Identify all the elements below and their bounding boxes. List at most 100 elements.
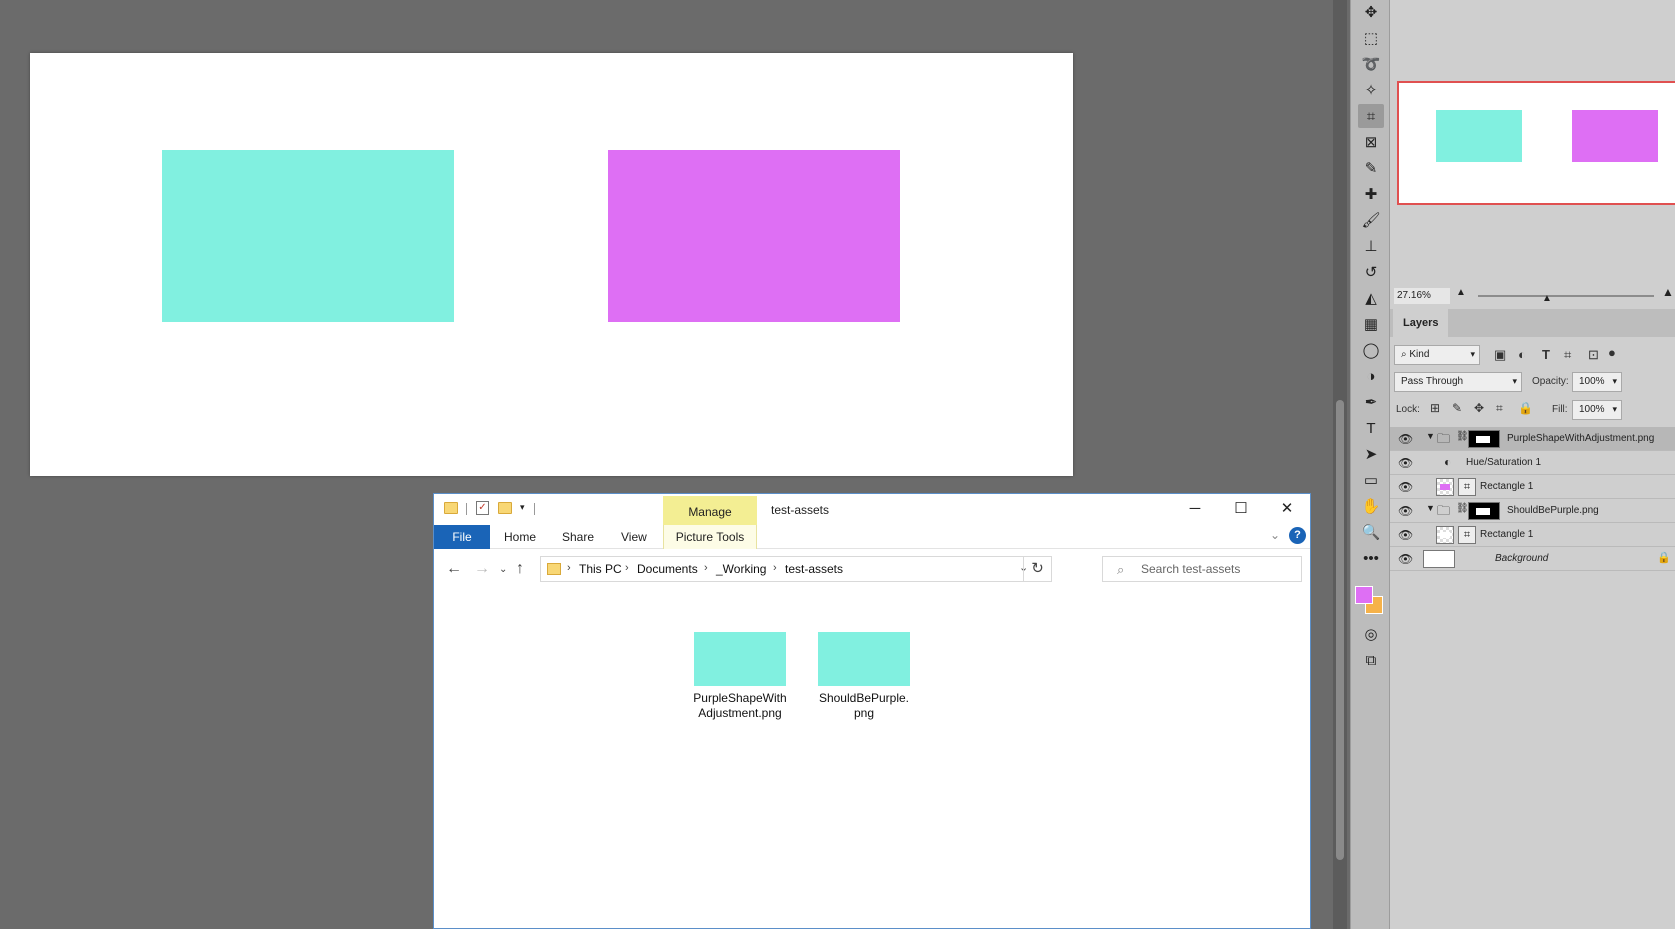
breadcrumb-working[interactable]: _Working xyxy=(716,562,766,576)
pen-icon[interactable]: ✒ xyxy=(1358,390,1384,414)
more-icon[interactable]: ••• xyxy=(1358,546,1384,570)
history-brush-icon[interactable]: ↺ xyxy=(1358,260,1384,284)
close-icon[interactable]: ✕ xyxy=(1264,494,1310,524)
pixel-filter-icon[interactable]: ▣ xyxy=(1494,347,1506,363)
chevron-right-icon[interactable]: › xyxy=(567,562,571,574)
tab-picture-tools[interactable]: Picture Tools xyxy=(663,525,757,549)
adjustment-filter-icon[interactable]: ◐ xyxy=(1518,347,1526,362)
dodge-icon[interactable]: ◑ xyxy=(1358,364,1384,388)
breadcrumb-test-assets[interactable]: test-assets xyxy=(785,562,843,576)
teal-rectangle[interactable] xyxy=(162,150,454,322)
type-icon[interactable]: T xyxy=(1358,416,1384,440)
layer-row[interactable]: 👁 Background 🔒 xyxy=(1390,547,1675,571)
frame-icon[interactable]: ⊠ xyxy=(1358,130,1384,154)
lock-artboard-icon[interactable]: ⌗ xyxy=(1496,401,1503,416)
eye-icon[interactable]: 👁 xyxy=(1398,480,1413,494)
search-input[interactable] xyxy=(1141,560,1296,578)
lock-position-icon[interactable]: ✥ xyxy=(1474,401,1484,415)
layer-filter-dropdown[interactable]: ⌕ Kind ▾ xyxy=(1394,345,1480,365)
chevron-down-icon[interactable]: ▼ xyxy=(1426,503,1435,513)
tab-home[interactable]: Home xyxy=(504,525,536,549)
eye-icon[interactable]: 👁 xyxy=(1398,528,1413,542)
blur-icon[interactable]: ◯ xyxy=(1358,338,1384,362)
path-selection-icon[interactable]: ➤ xyxy=(1358,442,1384,466)
smart-object-filter-icon[interactable]: ⊡ xyxy=(1588,347,1599,363)
chevron-right-icon[interactable]: › xyxy=(704,562,708,574)
forward-arrow-icon[interactable]: → xyxy=(474,560,490,578)
eye-icon[interactable]: 👁 xyxy=(1398,504,1413,518)
chevron-down-icon[interactable]: ▾ xyxy=(520,502,525,513)
layer-row[interactable]: 👁 ⌗ Rectangle 1 xyxy=(1390,523,1675,547)
zoom-field[interactable]: 27.16% xyxy=(1394,288,1450,304)
address-bar[interactable]: › This PC › Documents › _Working › test-… xyxy=(540,556,1052,582)
hand-icon[interactable]: ✋ xyxy=(1358,494,1384,518)
brush-icon[interactable]: 🖌 xyxy=(1358,208,1384,232)
scrollbar-thumb[interactable] xyxy=(1336,400,1344,860)
opacity-field[interactable]: 100% ▾ xyxy=(1572,372,1622,392)
foreground-color-swatch[interactable] xyxy=(1355,586,1373,604)
eye-icon[interactable]: 👁 xyxy=(1398,432,1413,446)
clone-stamp-icon[interactable]: ⊥ xyxy=(1358,234,1384,258)
crop-icon[interactable]: ⌗ xyxy=(1358,104,1384,128)
back-arrow-icon[interactable]: ← xyxy=(446,560,462,578)
lock-all-icon[interactable]: 🔒 xyxy=(1518,401,1533,415)
magic-wand-icon[interactable]: ✧ xyxy=(1358,78,1384,102)
file-item[interactable]: ShouldBePurple. png xyxy=(804,632,924,721)
lasso-icon[interactable]: ➰ xyxy=(1358,52,1384,76)
blend-mode-dropdown[interactable]: Pass Through ▾ xyxy=(1394,372,1522,392)
healing-brush-icon[interactable]: ✚ xyxy=(1358,182,1384,206)
new-folder-icon[interactable] xyxy=(498,502,512,514)
fill-field[interactable]: 100% ▾ xyxy=(1572,400,1622,420)
file-name[interactable]: ShouldBePurple. png xyxy=(804,691,924,721)
up-arrow-icon[interactable]: ↑ xyxy=(516,560,524,578)
link-icon[interactable]: ⛓ xyxy=(1456,503,1469,514)
manage-tab[interactable]: Manage xyxy=(663,496,757,525)
gradient-icon[interactable]: ▦ xyxy=(1358,312,1384,336)
marquee-icon[interactable]: ⬚ xyxy=(1358,26,1384,50)
lock-pixels-icon[interactable]: ✎ xyxy=(1452,401,1462,415)
file-thumbnail[interactable] xyxy=(694,632,786,686)
layer-row[interactable]: 👁 ⌗ Rectangle 1 xyxy=(1390,475,1675,499)
eyedropper-icon[interactable]: ✎ xyxy=(1358,156,1384,180)
group-mask-thumb[interactable] xyxy=(1468,502,1500,520)
file-view[interactable]: PurpleShapeWith Adjustment.png ShouldBeP… xyxy=(434,590,1310,929)
help-icon[interactable]: ? xyxy=(1289,527,1306,544)
quick-mask-icon[interactable]: ◎ xyxy=(1358,622,1384,646)
file-name[interactable]: PurpleShapeWith Adjustment.png xyxy=(680,691,800,721)
workspace-scrollbar[interactable] xyxy=(1333,0,1347,929)
move-icon[interactable]: ✥ xyxy=(1358,0,1384,24)
file-item[interactable]: PurpleShapeWith Adjustment.png xyxy=(680,632,800,721)
eye-icon[interactable]: 👁 xyxy=(1398,456,1413,470)
screen-mode-icon[interactable]: ⧉ xyxy=(1358,648,1384,672)
zoom-in-icon[interactable]: ▲ xyxy=(1662,285,1674,299)
minimize-icon[interactable]: ─ xyxy=(1172,494,1218,524)
group-mask-thumb[interactable] xyxy=(1468,430,1500,448)
lock-transparency-icon[interactable]: ⊞ xyxy=(1430,401,1440,415)
layers-tab[interactable]: Layers xyxy=(1393,309,1449,337)
layer-row[interactable]: 👁 ▼ 🗀 ⛓ PurpleShapeWithAdjustment.png xyxy=(1390,427,1675,451)
chevron-right-icon[interactable]: › xyxy=(773,562,777,574)
shape-filter-icon[interactable]: ⌗ xyxy=(1564,347,1571,363)
file-thumbnail[interactable] xyxy=(818,632,910,686)
tab-share[interactable]: Share xyxy=(562,525,594,549)
document-canvas[interactable] xyxy=(30,53,1073,476)
eraser-icon[interactable]: ◭ xyxy=(1358,286,1384,310)
title-bar[interactable]: ✓ ▾ Manage test-assets ─ ☐ ✕ xyxy=(434,494,1310,525)
chevron-right-icon[interactable]: › xyxy=(625,562,629,574)
navigator-preview[interactable] xyxy=(1397,81,1675,205)
link-icon[interactable]: ⛓ xyxy=(1456,431,1469,442)
tab-view[interactable]: View xyxy=(621,525,647,549)
type-filter-icon[interactable]: T xyxy=(1542,347,1550,362)
zoom-out-icon[interactable]: ▲ xyxy=(1456,287,1466,298)
zoom-slider-thumb[interactable]: ▲ xyxy=(1542,293,1552,304)
tab-file[interactable]: File xyxy=(434,525,490,549)
layer-row[interactable]: 👁 ▼ 🗀 ⛓ ShouldBePurple.png xyxy=(1390,499,1675,523)
chevron-down-icon[interactable]: ▼ xyxy=(1426,431,1435,441)
purple-rectangle[interactable] xyxy=(608,150,900,322)
breadcrumb-documents[interactable]: Documents xyxy=(637,562,698,576)
zoom-slider[interactable] xyxy=(1478,295,1654,297)
refresh-icon[interactable]: ↻ xyxy=(1023,557,1051,581)
chevron-down-icon[interactable]: ⌄ xyxy=(1270,528,1280,542)
maximize-icon[interactable]: ☐ xyxy=(1218,494,1264,524)
layer-row[interactable]: 👁 ◐ Hue/Saturation 1 xyxy=(1390,451,1675,475)
